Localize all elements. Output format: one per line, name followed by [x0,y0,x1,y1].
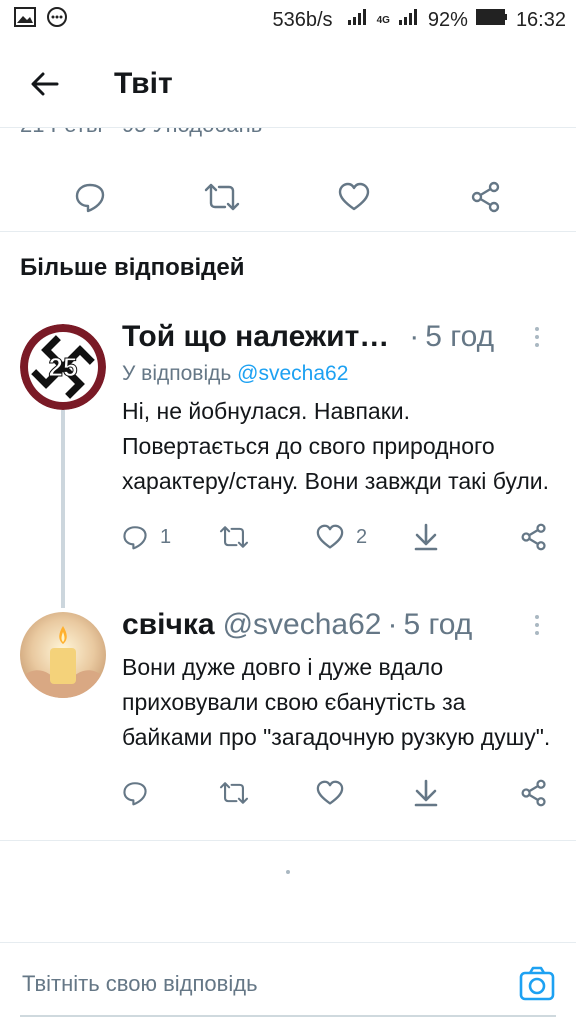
retweet-icon[interactable] [200,175,244,219]
divider [0,840,576,841]
reply-action-bar: 1 2 [122,523,552,551]
retweet-icon [219,782,249,804]
like-button[interactable]: 2 [316,524,413,550]
more-replies-heading: Більше відповідей [20,254,245,281]
reply-button[interactable] [122,780,219,806]
download-button[interactable] [413,523,510,551]
reply-input[interactable]: Твітніть свою відповідь [22,971,258,997]
share-icon [521,779,546,807]
download-icon [414,779,438,807]
separator-dot: · [387,608,398,641]
tweet-action-bar [0,162,576,232]
share-button[interactable] [520,523,548,551]
svg-text:25: 25 [49,352,78,382]
reply-timestamp: 5 год [425,320,495,353]
reply-author-name[interactable]: свічка [122,608,215,642]
reply-composer: Твітніть свою відповідь [0,942,576,1024]
reply-to-line: У відповідь @svecha62 [122,362,552,386]
signal-icon-2 [398,8,420,32]
thread-line [61,410,65,608]
like-count: 2 [356,525,368,548]
page-title: Твіт [114,66,173,100]
separator-dot: · [409,320,420,353]
reply-author-handle[interactable]: @svecha62 [223,608,382,642]
reply-author-name[interactable]: Той що належит… [122,320,389,354]
network-type: 4G [376,14,390,26]
share-icon[interactable] [464,175,508,219]
download-button[interactable] [413,779,510,807]
retweet-button[interactable] [219,780,316,806]
battery-icon [475,8,508,32]
camera-icon[interactable] [518,965,556,1003]
reply-to-label: У відповідь [122,362,232,385]
reply-to-mention[interactable]: @svecha62 [237,362,348,385]
reply-count: 1 [160,525,172,548]
reply-icon[interactable] [68,175,112,219]
reply-text: Ні, не йобнулася. Навпаки. Повертається … [122,398,550,494]
retweet-icon [219,526,249,548]
like-heart-icon [316,524,344,549]
app-header: Твіт [0,40,576,128]
like-button[interactable] [316,780,413,806]
battery-level: 92% [427,8,468,31]
download-icon [414,523,438,551]
avatar[interactable] [20,612,106,698]
reply-button[interactable]: 1 [122,524,219,550]
retweet-button[interactable] [219,524,316,550]
more-options-icon[interactable] [522,322,552,352]
input-underline [20,1015,556,1017]
gallery-icon [14,7,36,33]
loading-indicator [286,870,290,874]
reply-icon [123,782,147,806]
like-heart-icon [316,780,344,805]
net-speed: 536b/s [272,8,333,31]
share-icon [521,523,546,551]
more-options-icon[interactable] [522,610,552,640]
chat-bubble-status-icon [46,6,68,34]
reply-timestamp: 5 год [403,608,473,641]
back-arrow-icon[interactable] [22,61,68,107]
reply-icon [123,526,147,550]
signal-icon [347,8,369,32]
like-heart-icon[interactable] [332,175,376,219]
share-button[interactable] [520,779,548,807]
clock: 16:32 [515,8,566,31]
avatar[interactable]: 25 [20,324,106,410]
reply-text: Вони дуже довго і дуже вдало приховували… [122,654,551,750]
reply-action-bar [122,779,552,807]
status-bar: 536b/s 4G 92% 16:32 [0,0,576,40]
